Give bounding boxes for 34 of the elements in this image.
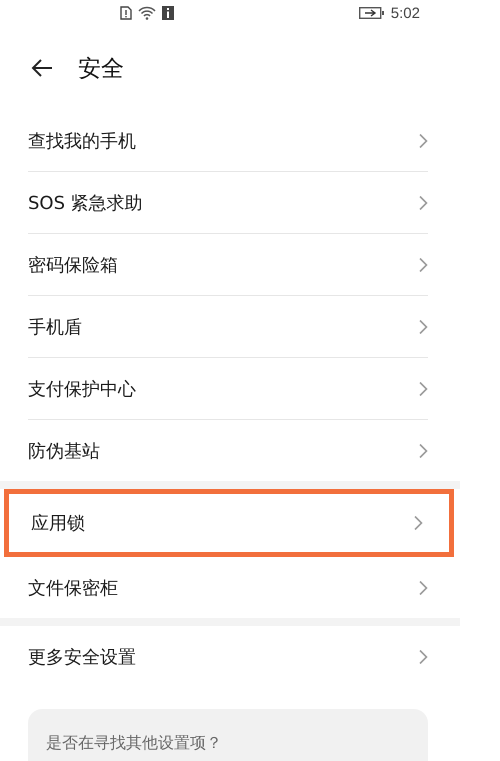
settings-row[interactable]: 文件保密柜 (0, 557, 460, 618)
row-label: 防伪基站 (28, 440, 100, 462)
battery-charging-icon (358, 7, 385, 19)
row-label: 手机盾 (28, 316, 82, 338)
settings-row[interactable]: 手机盾 (0, 296, 460, 357)
row-label: 查找我的手机 (28, 130, 136, 152)
page-title: 安全 (78, 54, 124, 84)
settings-row[interactable]: 查找我的手机 (0, 110, 460, 171)
settings-row[interactable]: SOS 紧急求助 (0, 172, 460, 233)
settings-row[interactable]: 应用锁 (4, 489, 454, 557)
chevron-right-icon (418, 194, 428, 210)
row-label: 密码保险箱 (28, 254, 118, 276)
chevron-right-icon (418, 442, 428, 458)
chevron-right-icon (418, 648, 428, 664)
chevron-right-icon (418, 318, 428, 334)
row-label: SOS 紧急求助 (28, 192, 143, 214)
chevron-right-icon (418, 256, 428, 272)
sim-alert-icon (120, 6, 132, 20)
row-label: 支付保护中心 (28, 378, 136, 400)
settings-row[interactable]: 防伪基站 (0, 420, 460, 481)
settings-row[interactable]: 支付保护中心 (0, 358, 460, 419)
status-time: 5:02 (390, 4, 420, 22)
chevron-right-icon (413, 515, 423, 531)
chevron-right-icon (418, 580, 428, 596)
row-label: 更多安全设置 (28, 646, 136, 668)
chevron-right-icon (418, 380, 428, 396)
wifi-icon (138, 6, 156, 20)
chevron-right-icon (418, 132, 428, 148)
row-label: 文件保密柜 (28, 576, 118, 600)
info-icon (162, 6, 174, 20)
settings-row[interactable]: 密码保险箱 (0, 234, 460, 295)
settings-row[interactable]: 更多安全设置 (0, 626, 460, 687)
row-label: 应用锁 (31, 512, 85, 535)
card-question: 是否在寻找其他设置项？ (46, 733, 222, 752)
